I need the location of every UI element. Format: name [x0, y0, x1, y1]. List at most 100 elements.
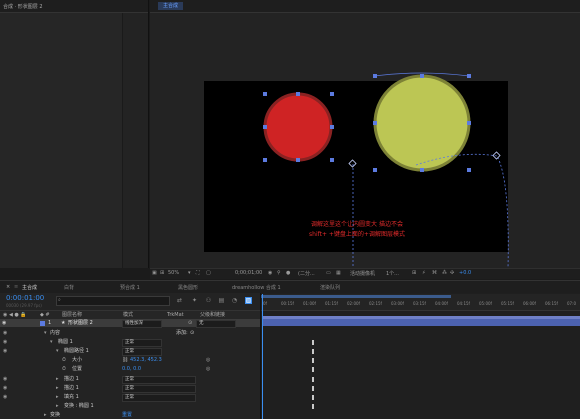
property-row-transform-ellipse[interactable]: ▸ 变换 : 椭圆 1: [0, 402, 260, 410]
add-icon[interactable]: ⊙: [190, 329, 194, 337]
keyframe-marker[interactable]: [312, 386, 314, 391]
property-row-contents[interactable]: ◉ ▾ 内容 添加: ⊙: [0, 329, 260, 337]
blend-mode-select[interactable]: 正常: [122, 348, 162, 356]
camera-icon[interactable]: ▣: [152, 270, 157, 276]
visibility-eye-icon[interactable]: ◉: [2, 319, 6, 327]
layer-parent-select[interactable]: 无: [196, 320, 236, 328]
tab-render-queue[interactable]: 渲染队列: [320, 284, 340, 291]
show-snapshot-icon[interactable]: ⚲: [277, 270, 281, 276]
layer-row[interactable]: ◉ 1 ★ 形状图层 2 线性加深 ⊙ 无: [0, 319, 260, 328]
motion-blur-icon[interactable]: ◔: [231, 297, 238, 304]
camera-select[interactable]: 活动摄像机: [350, 270, 375, 277]
anchor-point-left[interactable]: [348, 159, 357, 168]
draft-3d-icon[interactable]: ✦: [191, 297, 198, 304]
pickwhip-icon[interactable]: ◎: [206, 365, 210, 373]
position-value[interactable]: 0.0, 0.0: [122, 365, 141, 373]
menu-icon[interactable]: ≡: [14, 284, 18, 290]
add-property-button[interactable]: 添加:: [176, 329, 188, 337]
exposure-value[interactable]: +0.0: [459, 270, 471, 276]
visibility-eye-icon[interactable]: ◉: [3, 375, 7, 383]
blend-mode-select[interactable]: 正常: [122, 385, 196, 393]
collapse-arrow-icon[interactable]: ▸: [56, 375, 59, 383]
grid-icon[interactable]: ⊞: [160, 270, 164, 276]
region-icon[interactable]: ▢: [206, 270, 211, 276]
keyframe-marker[interactable]: [312, 349, 314, 354]
resolution-select[interactable]: (二分...: [298, 270, 315, 277]
collapse-arrow-icon[interactable]: ▸: [56, 384, 59, 392]
exposure-icon[interactable]: ✣: [450, 270, 454, 276]
visibility-eye-icon[interactable]: ◉: [3, 329, 7, 337]
blend-mode-select[interactable]: 正常: [122, 339, 162, 347]
expand-arrow-icon[interactable]: ▾: [50, 338, 53, 346]
keyframe-marker[interactable]: [312, 395, 314, 400]
fast-preview-icon[interactable]: ⚡: [422, 270, 426, 276]
comp-flowchart-icon[interactable]: ⇄: [176, 297, 183, 304]
keyframe-marker[interactable]: [312, 404, 314, 409]
pickwhip-icon[interactable]: ◎: [206, 356, 210, 364]
anchor-point-right[interactable]: [492, 151, 501, 160]
tab-black-circle[interactable]: 黑色圆形: [178, 284, 198, 291]
blend-mode-select[interactable]: 正常: [122, 394, 196, 402]
chevron-down-icon[interactable]: ▾: [188, 270, 191, 276]
collapse-arrow-icon[interactable]: ▸: [44, 411, 47, 419]
zoom-select[interactable]: 50%: [168, 270, 179, 276]
property-row-stroke-1[interactable]: ◉ ▸ 描边 1 正常: [0, 375, 260, 384]
tab-precomp-1[interactable]: 预合成 1: [120, 284, 140, 291]
tab-dreamhollow[interactable]: dreamhollow 合成 1: [232, 284, 281, 291]
layer-duration-bar[interactable]: [262, 319, 580, 326]
blend-mode-select[interactable]: 正常: [122, 376, 196, 384]
property-row-transform[interactable]: ▸ 变换 重置: [0, 411, 260, 419]
layer-name[interactable]: 形状图层 2: [68, 319, 93, 327]
timeline-graph-area[interactable]: [260, 293, 580, 419]
property-row-fill-1[interactable]: ◉ ▸ 填充 1 正常: [0, 393, 260, 402]
snapshot-icon[interactable]: ◉: [268, 270, 272, 276]
constrain-proportions-icon[interactable]: ⛓: [122, 356, 128, 364]
close-icon[interactable]: ×: [6, 284, 10, 290]
collapse-arrow-icon[interactable]: ▸: [56, 402, 59, 410]
visibility-eye-icon[interactable]: ◉: [3, 347, 7, 355]
current-time-display[interactable]: 0:00:01:00: [6, 294, 44, 302]
flowchart-icon[interactable]: ⁂: [442, 270, 447, 276]
size-value[interactable]: 452.3, 452.3: [130, 356, 162, 364]
property-row-ellipse-path[interactable]: ◉ ▾ 椭圆路径 1 正常: [0, 347, 260, 356]
reset-link[interactable]: 重置: [122, 411, 132, 419]
work-area-bar[interactable]: [261, 295, 451, 298]
view-options-icon[interactable]: ⊞: [412, 270, 416, 276]
keyframe-marker[interactable]: [312, 358, 314, 363]
graph-editor-icon[interactable]: ▨: [245, 297, 252, 304]
viewer-timecode[interactable]: 0;00;01;00: [235, 270, 262, 276]
view-count-select[interactable]: 1个...: [386, 270, 399, 277]
column-mode[interactable]: 模式: [123, 311, 133, 319]
property-row-ellipse-1[interactable]: ◉ ▾ 椭圆 1 正常: [0, 338, 260, 347]
stopwatch-icon[interactable]: ⏱: [62, 356, 66, 364]
keyframe-marker[interactable]: [312, 367, 314, 372]
timeline-icon[interactable]: ⌘: [432, 270, 437, 276]
layer-search-input[interactable]: [56, 296, 170, 306]
expand-arrow-icon[interactable]: ▾: [56, 347, 59, 355]
av-features-icon[interactable]: ◉ ◀ ● 🔒: [3, 311, 27, 319]
playhead[interactable]: [262, 294, 263, 419]
property-row-position[interactable]: ⏱ 位置 0.0, 0.0 ◎: [0, 365, 260, 373]
column-parent[interactable]: 父级和链接: [200, 311, 225, 319]
tab-white-bg[interactable]: 白背: [64, 284, 74, 291]
visibility-eye-icon[interactable]: ◉: [3, 393, 7, 401]
tab-main-comp-timeline[interactable]: 主合成: [22, 284, 37, 291]
fit-icon[interactable]: ⛶: [196, 270, 200, 276]
visibility-eye-icon[interactable]: ◉: [3, 384, 7, 392]
collapse-arrow-icon[interactable]: ▸: [56, 393, 59, 401]
layer-mode-select[interactable]: 线性加深: [122, 320, 162, 328]
property-row-size[interactable]: ⏱ 大小 ⛓ 452.3, 452.3 ◎: [0, 356, 260, 364]
property-row-stroke-2[interactable]: ◉ ▸ 描边 1 正常: [0, 384, 260, 393]
expand-arrow-icon[interactable]: ▾: [44, 329, 47, 337]
layer-label-color[interactable]: [40, 320, 45, 326]
column-source-name[interactable]: 图层名称: [62, 311, 82, 319]
color-channel-icon[interactable]: ●: [286, 270, 290, 276]
column-trkmat[interactable]: TrkMat: [167, 311, 184, 319]
stopwatch-icon[interactable]: ⏱: [62, 365, 66, 373]
keyframe-marker[interactable]: [312, 377, 314, 382]
transparency-grid-icon[interactable]: ▦: [336, 270, 341, 276]
keyframe-marker[interactable]: [312, 340, 314, 345]
visibility-eye-icon[interactable]: ◉: [3, 338, 7, 346]
parent-pickwhip-icon[interactable]: ⊙: [188, 319, 192, 327]
shy-icon[interactable]: ⚇: [205, 297, 212, 304]
